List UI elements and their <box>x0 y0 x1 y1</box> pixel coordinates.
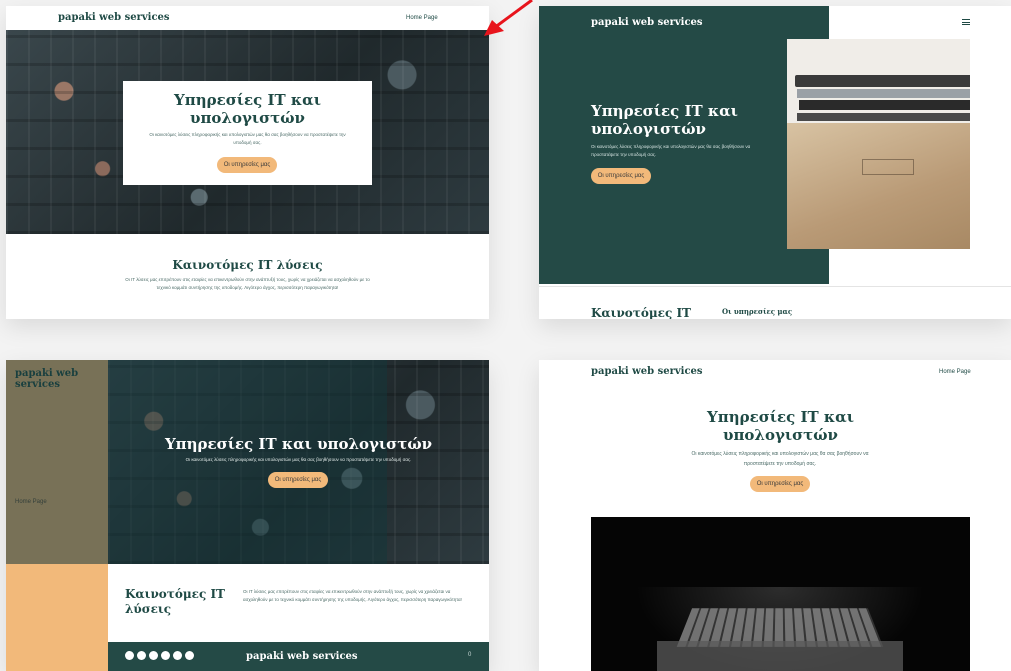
services-button[interactable]: Οι υπηρεσίες μας <box>268 472 328 488</box>
hero-title: Υπηρεσίες IT και υπολογιστών <box>164 435 433 453</box>
social-icons <box>125 651 194 660</box>
footer-counter: 0 <box>468 652 472 658</box>
hero-title: Υπηρεσίες IT και υπολογιστών <box>707 408 854 444</box>
hero-title: Υπηρεσίες IT και υπολογιστών <box>591 102 738 138</box>
section-text: Οι IT λύσεις μας επιτρέπουν στις εταιρίε… <box>243 589 462 602</box>
hero-subtitle: Οι καινοτόμες λύσεις πληροφορικής και υπ… <box>149 132 346 145</box>
divider <box>539 286 1011 287</box>
footer: papaki web services 0 <box>108 642 489 671</box>
instagram-icon[interactable] <box>149 651 158 660</box>
nav-home-link[interactable]: Home Page <box>406 15 438 21</box>
hero-photo <box>787 39 970 249</box>
facebook-icon[interactable] <box>137 651 146 660</box>
header: papaki web services Home Page <box>6 6 489 30</box>
section-title: Καινοτόμες IT λύσεις <box>125 587 225 616</box>
arrow-pointer-icon <box>484 0 533 36</box>
hamburger-icon[interactable] <box>962 19 970 25</box>
hero-subtitle: Οι καινοτόμες λύσεις πληροφορικής και υπ… <box>591 144 751 157</box>
services-heading: Οι υπηρεσίες μας <box>722 307 793 316</box>
section-text: Οι IT λύσεις μας επιτρέπουν στις εταιρίε… <box>125 277 370 290</box>
hero-overlay <box>6 360 387 564</box>
brand-logo[interactable]: papaki web services <box>591 17 703 28</box>
hero-box: Υπηρεσίες IT και υπολογιστών Οι καινοτόμ… <box>123 81 372 185</box>
services-button[interactable]: Οι υπηρεσίες μας <box>217 157 277 173</box>
section-title: Καινοτόμες IT λύσεις <box>172 258 323 272</box>
template-preview-1[interactable]: papaki web services Home Page Υπηρεσίες … <box>6 6 489 319</box>
x-icon[interactable] <box>185 651 194 660</box>
pinterest-icon[interactable] <box>161 651 170 660</box>
hero-photo <box>591 517 970 671</box>
template-preview-2[interactable]: papaki web services Υπηρεσίες IT και υπο… <box>539 6 1011 319</box>
twitter-icon[interactable] <box>125 651 134 660</box>
hero-title: Υπηρεσίες IT και υπολογιστών <box>174 91 321 127</box>
section-title: Καινοτόμες IT <box>591 306 691 319</box>
footer-brand[interactable]: papaki web services <box>246 651 358 662</box>
hero-subtitle: Οι καινοτόμες λύσεις πληροφορικής και υπ… <box>691 451 869 467</box>
brand-logo[interactable]: papaki web services <box>591 366 703 377</box>
brand-logo[interactable]: papaki web services <box>58 12 170 23</box>
services-button[interactable]: Οι υπηρεσίες μας <box>750 476 810 492</box>
nav-home-link[interactable]: Home Page <box>939 369 971 375</box>
template-preview-4[interactable]: papaki web services Home Page Υπηρεσίες … <box>539 360 1011 671</box>
services-button[interactable]: Οι υπηρεσίες μας <box>591 168 651 184</box>
template-preview-3[interactable]: papaki web services Home Page Υπηρεσίες … <box>6 360 489 671</box>
youtube-icon[interactable] <box>173 651 182 660</box>
hero-subtitle: Οι καινοτόμες λύσεις πληροφορικής και υπ… <box>185 457 412 462</box>
